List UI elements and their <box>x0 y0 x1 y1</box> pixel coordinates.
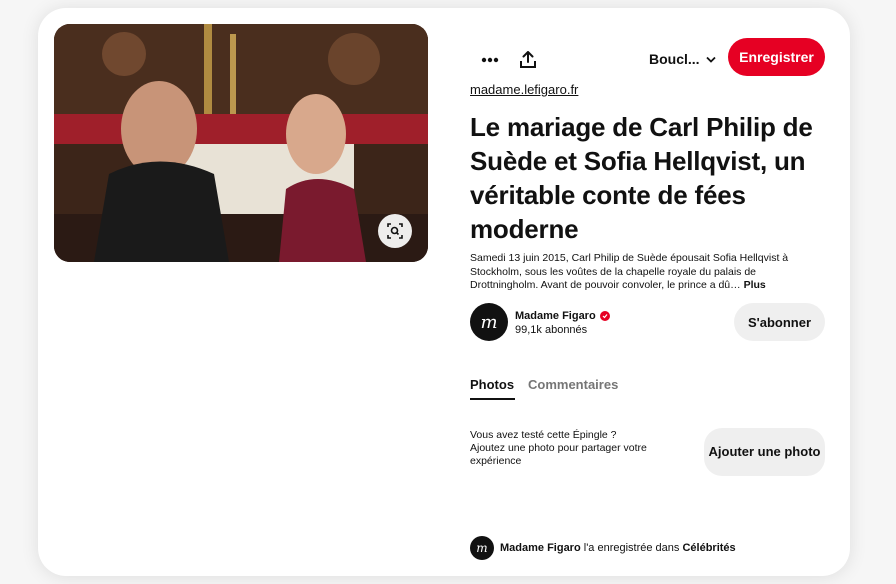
board-link[interactable]: Célébrités <box>682 542 735 554</box>
verified-badge-icon <box>599 311 610 321</box>
pin-description: Samedi 13 juin 2015, Carl Philip de Suèd… <box>470 252 815 293</box>
tried-prompt: Vous avez testé cette Épingle ? Ajoutez … <box>470 429 690 468</box>
tab-comments[interactable]: Commentaires <box>528 377 618 392</box>
saved-in-text: l'a enregistrée dans <box>580 542 683 554</box>
tried-prompt-line1: Vous avez testé cette Épingle ? <box>470 429 617 441</box>
saver-avatar[interactable]: m <box>470 536 494 560</box>
visual-search-icon <box>387 223 403 239</box>
follow-button[interactable]: S'abonner <box>734 303 825 341</box>
add-photo-button[interactable]: Ajouter une photo <box>704 428 825 476</box>
pin-photo <box>54 24 428 262</box>
share-upload-icon <box>520 51 536 68</box>
share-button[interactable] <box>516 48 540 72</box>
visual-search-button[interactable] <box>378 214 412 248</box>
tab-photos[interactable]: Photos <box>470 377 514 392</box>
chevron-down-icon <box>705 56 716 63</box>
saved-by-row: m Madame Figaro l'a enregistrée dans Cél… <box>470 536 736 560</box>
active-tab-indicator <box>470 398 515 400</box>
saver-name[interactable]: Madame Figaro <box>500 542 581 554</box>
board-select[interactable]: Boucl... <box>649 48 716 70</box>
board-select-label: Boucl... <box>649 51 700 67</box>
author-followers: 99,1k abonnés <box>515 324 588 336</box>
pin-description-text: Samedi 13 juin 2015, Carl Philip de Suèd… <box>470 252 789 291</box>
more-options-button[interactable] <box>478 48 502 72</box>
save-button[interactable]: Enregistrer <box>728 38 825 76</box>
author-name: Madame Figaro <box>515 310 596 322</box>
source-link[interactable]: madame.lefigaro.fr <box>470 82 578 97</box>
tried-prompt-line2: Ajoutez une photo pour partager votre ex… <box>470 442 647 467</box>
pin-image[interactable] <box>54 24 428 262</box>
more-dots-icon <box>481 57 499 63</box>
more-link[interactable]: Plus <box>744 279 766 291</box>
author-name-row[interactable]: Madame Figaro <box>515 310 610 322</box>
author-avatar[interactable]: m <box>470 303 508 341</box>
pin-title: Le mariage de Carl Philip de Suède et So… <box>470 112 813 244</box>
pin-card: Boucl... Enregistrer madame.lefigaro.fr … <box>38 8 850 576</box>
